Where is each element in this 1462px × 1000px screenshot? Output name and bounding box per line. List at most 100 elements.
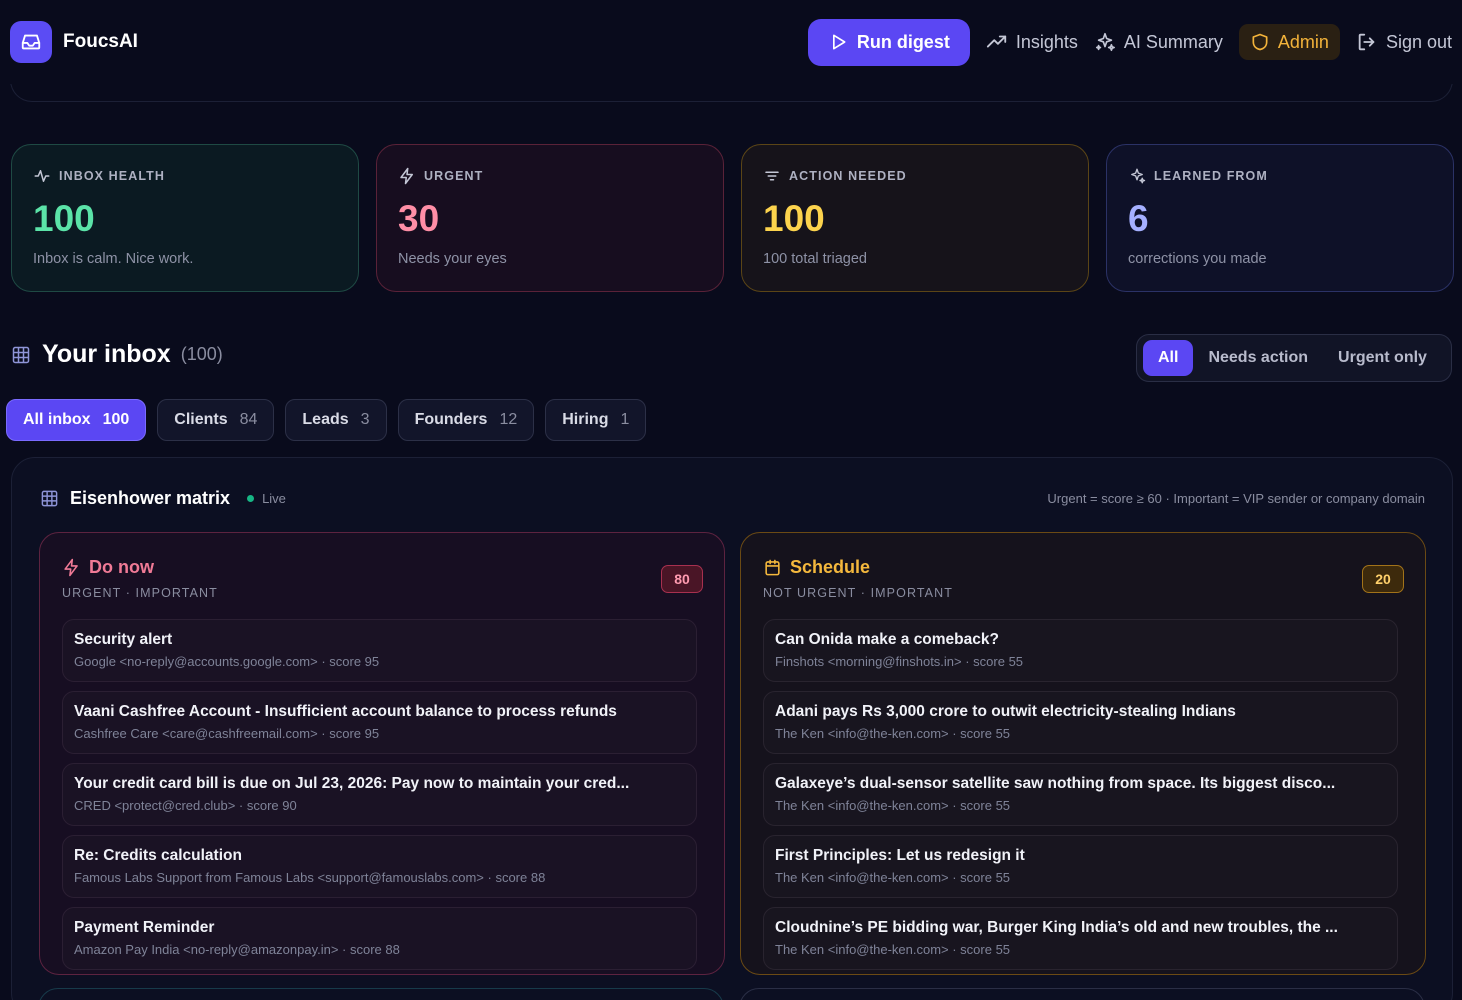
quadrant-subtitle: NOT URGENT · IMPORTANT xyxy=(763,586,953,600)
grid-icon xyxy=(41,490,58,507)
matrix-title: Eisenhower matrix xyxy=(70,488,231,508)
run-digest-button[interactable]: Run digest xyxy=(807,18,970,66)
email-subject: Payment Reminder xyxy=(74,919,215,936)
stat-label: ACTION NEEDED xyxy=(789,169,907,183)
quadrant-title: Do now xyxy=(62,557,154,578)
logo-inbox-icon[interactable] xyxy=(10,21,52,63)
email-item[interactable]: First Principles: Let us redesign it The… xyxy=(763,835,1398,898)
inbox-title: Your inbox xyxy=(42,340,171,368)
email-meta: The Ken <info@the-ken.com> · score 55 xyxy=(775,726,1011,741)
admin-button[interactable]: Admin xyxy=(1238,24,1340,60)
stat-subtext: 100 total triaged xyxy=(763,251,867,267)
segment-all[interactable]: All xyxy=(1143,340,1194,376)
stat-subtext: corrections you made xyxy=(1128,251,1267,267)
category-chips: All inbox 100 Clients 84 Leads 3 Founder… xyxy=(6,399,647,441)
chip-hiring[interactable]: Hiring 1 xyxy=(545,399,647,441)
quadrant-do-now: Do now URGENT · IMPORTANT 80 Security al… xyxy=(39,532,725,975)
sign-out-label: Sign out xyxy=(1385,31,1452,52)
sign-out-link[interactable]: Sign out xyxy=(1356,31,1452,53)
email-subject: Can Onida make a comeback? xyxy=(775,631,999,648)
stat-label: URGENT xyxy=(424,169,484,183)
sign-out-icon xyxy=(1358,33,1375,51)
sparkles-icon xyxy=(1131,168,1146,184)
chip-label: Founders xyxy=(414,411,488,428)
matrix-rule-text: Urgent = score ≥ 60 · Important = VIP se… xyxy=(1047,491,1425,506)
inbox-count: (100) xyxy=(180,344,223,364)
eisenhower-matrix: Eisenhower matrix Live Urgent = score ≥ … xyxy=(11,457,1453,1000)
inbox-header: Your inbox (100) xyxy=(11,340,223,369)
shield-icon xyxy=(1252,33,1268,51)
stat-label: LEARNED FROM xyxy=(1154,169,1268,183)
trending-up-icon xyxy=(986,35,1006,48)
calendar-icon xyxy=(765,559,780,576)
email-item[interactable]: Can Onida make a comeback? Finshots <mor… xyxy=(763,619,1398,682)
email-meta: The Ken <info@the-ken.com> · score 55 xyxy=(775,798,1011,813)
stat-value: 100 xyxy=(33,198,95,239)
grid-icon xyxy=(12,346,30,363)
filter-icon xyxy=(765,171,779,181)
quadrant-title-label: Schedule xyxy=(790,557,871,577)
bolt-icon xyxy=(64,558,78,577)
chip-leads[interactable]: Leads 3 xyxy=(285,399,387,441)
chip-label: Hiring xyxy=(562,411,609,428)
email-meta: Cashfree Care <care@cashfreemail.com> · … xyxy=(74,726,380,741)
live-status-dot xyxy=(247,495,255,502)
stat-card-learned-from: LEARNED FROM 6 corrections you made xyxy=(1106,144,1454,292)
quadrant-subtitle: URGENT · IMPORTANT xyxy=(62,586,218,600)
inbox-filter-segment: All Needs action Urgent only xyxy=(1136,334,1452,382)
stat-value: 100 xyxy=(763,198,825,239)
email-item[interactable]: Vaani Cashfree Account - Insufficient ac… xyxy=(62,691,697,754)
run-digest-label: Run digest xyxy=(856,31,950,52)
email-item[interactable]: Re: Credits calculation Famous Labs Supp… xyxy=(62,835,697,898)
stat-cards: INBOX HEALTH 100 Inbox is calm. Nice wor… xyxy=(11,144,1454,292)
app-name: FoucsAI xyxy=(63,31,138,52)
quadrant-count-badge: 20 xyxy=(1362,565,1404,593)
stat-subtext: Needs your eyes xyxy=(398,251,507,267)
segment-urgent-only[interactable]: Urgent only xyxy=(1323,340,1442,376)
insights-label: Insights xyxy=(1015,31,1078,52)
email-meta: Finshots <morning@finshots.in> · score 5… xyxy=(775,654,1024,669)
email-meta: CRED <protect@cred.club> · score 90 xyxy=(74,798,297,813)
chip-all-inbox[interactable]: All inbox 100 xyxy=(6,399,147,441)
chip-founders[interactable]: Founders 12 xyxy=(397,399,535,441)
chip-clients[interactable]: Clients 84 xyxy=(157,399,275,441)
email-subject: Vaani Cashfree Account - Insufficient ac… xyxy=(74,703,617,720)
chip-label: Leads xyxy=(302,411,349,428)
stat-card-action-needed: ACTION NEEDED 100 100 total triaged xyxy=(741,144,1089,292)
pulse-icon xyxy=(34,170,50,182)
quadrant-eliminate-edge xyxy=(739,988,1425,1000)
quadrant-count-badge: 80 xyxy=(661,565,703,593)
stat-value: 30 xyxy=(398,198,440,239)
email-subject: Security alert xyxy=(74,631,173,648)
chip-count: 12 xyxy=(499,411,518,428)
email-item[interactable]: Cloudnine’s PE bidding war, Burger King … xyxy=(763,907,1398,970)
email-subject: First Principles: Let us redesign it xyxy=(775,847,1025,864)
email-item[interactable]: Your credit card bill is due on Jul 23, … xyxy=(62,763,697,826)
bolt-icon xyxy=(400,167,413,185)
email-subject: Galaxeye’s dual-sensor satellite saw not… xyxy=(775,775,1336,792)
email-item[interactable]: Security alert Google <no-reply@accounts… xyxy=(62,619,697,682)
insights-link[interactable]: Insights xyxy=(986,31,1078,53)
stat-label: INBOX HEALTH xyxy=(59,169,166,183)
segment-needs-action[interactable]: Needs action xyxy=(1193,340,1323,376)
play-icon xyxy=(832,34,846,50)
email-meta: Google <no-reply@accounts.google.com> · … xyxy=(74,654,380,669)
email-subject: Adani pays Rs 3,000 crore to outwit elec… xyxy=(775,703,1236,720)
email-item[interactable]: Adani pays Rs 3,000 crore to outwit elec… xyxy=(763,691,1398,754)
stat-value: 6 xyxy=(1128,198,1149,239)
quadrant-schedule: Schedule NOT URGENT · IMPORTANT 20 Can O… xyxy=(740,532,1426,975)
quadrant-delegate-edge xyxy=(38,988,724,1000)
email-meta: Famous Labs Support from Famous Labs <su… xyxy=(74,870,546,885)
email-item[interactable]: Payment Reminder Amazon Pay India <no-re… xyxy=(62,907,697,970)
quadrant-title: Schedule xyxy=(763,557,870,578)
sparkles-icon xyxy=(1095,32,1115,52)
chip-count: 100 xyxy=(102,411,130,428)
ai-summary-link[interactable]: AI Summary xyxy=(1094,31,1223,53)
stat-card-urgent: URGENT 30 Needs your eyes xyxy=(376,144,724,292)
email-item[interactable]: Galaxeye’s dual-sensor satellite saw not… xyxy=(763,763,1398,826)
matrix-header: Eisenhower matrix Live xyxy=(40,488,286,509)
quadrant-title-label: Do now xyxy=(89,557,154,577)
email-meta: The Ken <info@the-ken.com> · score 55 xyxy=(775,942,1011,957)
stat-subtext: Inbox is calm. Nice work. xyxy=(33,251,194,267)
chip-label: All inbox xyxy=(23,411,91,428)
